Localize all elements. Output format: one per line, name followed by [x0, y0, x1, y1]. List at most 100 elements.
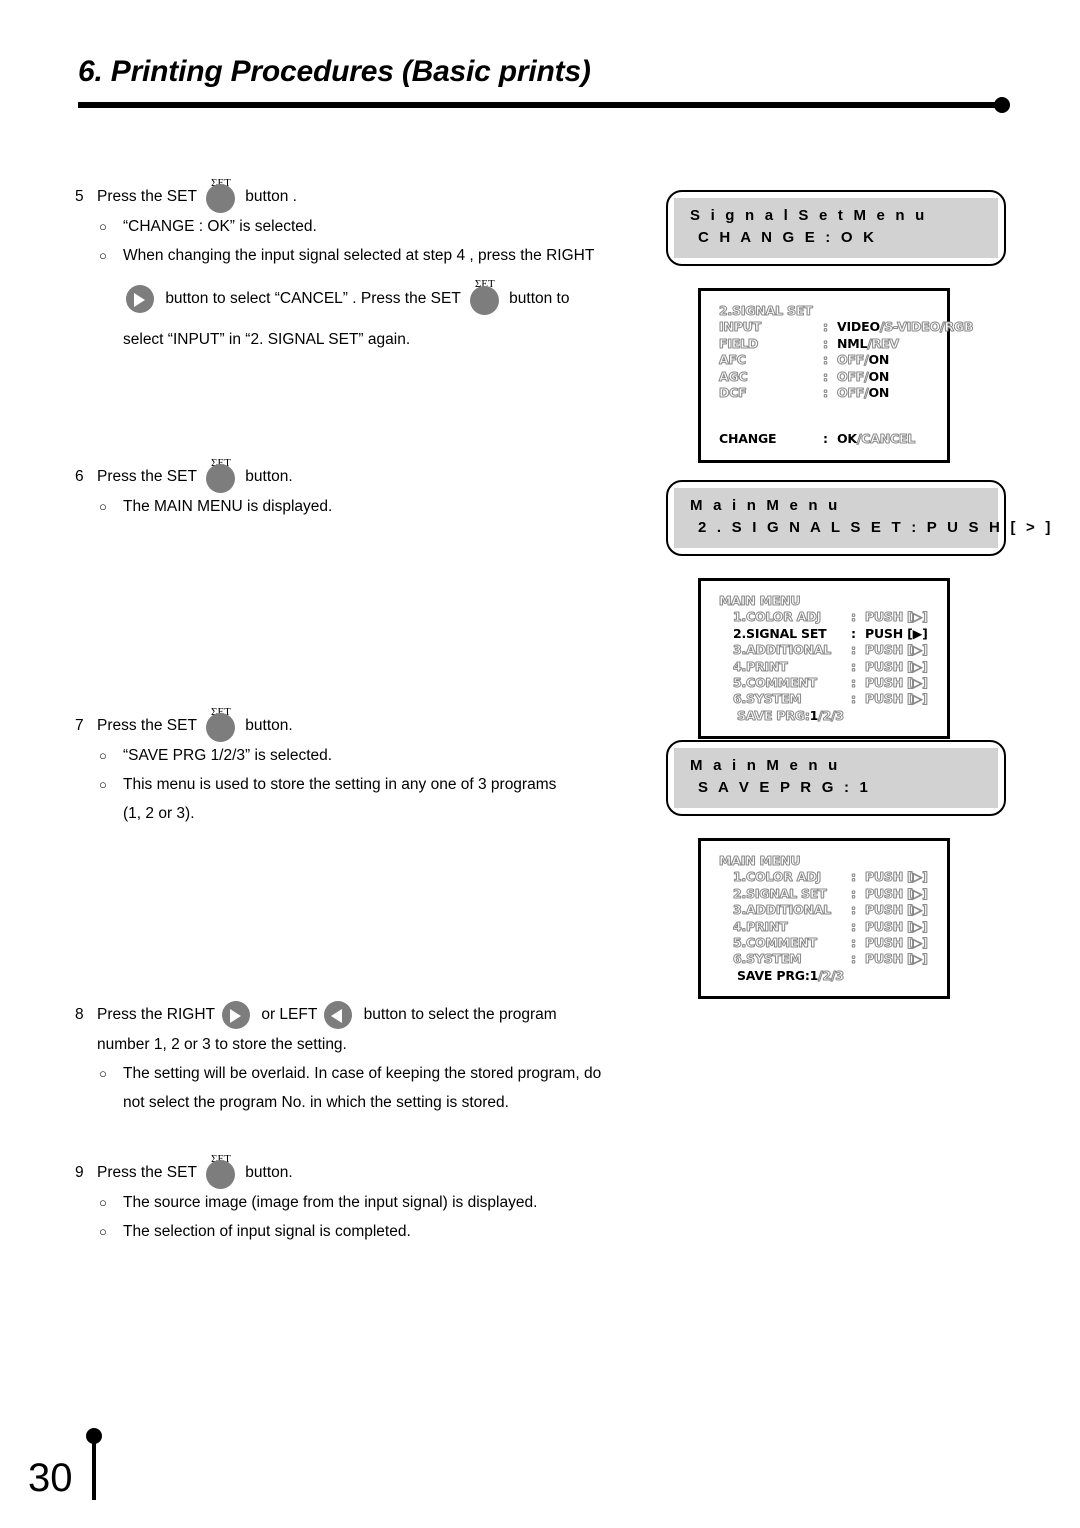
osd-bracket-close: ]	[922, 918, 929, 934]
osd-menu-row[interactable]: 2.SIGNAL SET: PUSH [▷]	[719, 885, 937, 902]
header-rule-dot	[994, 97, 1010, 113]
osd-menu-action: PUSH	[865, 935, 904, 951]
osd-caption-line1: S i g n a l S e t M e n u	[690, 207, 928, 224]
osd-menu-row[interactable]: 5.COMMENT: PUSH [▷]	[719, 675, 937, 691]
osd-value: 2	[822, 967, 832, 983]
step-heading: 7 Press the SET ΣET button.	[75, 706, 655, 745]
step-text-post: button.	[245, 468, 293, 485]
step-bullet-text: The selection of input signal is complet…	[123, 1223, 411, 1240]
hollow-right-triangle-icon: ▷	[912, 691, 923, 707]
osd-menu-row[interactable]: 2.SIGNAL SET: PUSH [▶]	[719, 626, 937, 642]
osd-colon: :	[823, 368, 829, 384]
osd-menu-row[interactable]: 3.ADDITIONAL: PUSH [▷]	[719, 642, 937, 658]
left-button[interactable]	[323, 1000, 357, 1032]
osd-colon: :	[851, 609, 857, 625]
osd-save-prg-row[interactable]: SAVE PRG:1∕2∕3	[719, 707, 937, 724]
osd-menu-row[interactable]: 5.COMMENT: PUSH [▷]	[719, 935, 937, 951]
step-block: 6 Press the SET ΣET button. ○ The MAIN MENU…	[75, 457, 655, 521]
bullet-circle-icon: ○	[99, 777, 107, 792]
step-text-post: button.	[245, 717, 293, 734]
osd-screen-title: MAIN MENU	[719, 853, 801, 869]
osd-menu-row[interactable]: 4.PRINT: PUSH [▷]	[719, 658, 937, 675]
osd-value: OFF	[837, 385, 865, 401]
osd-menu-label: 6.SYSTEM	[733, 691, 803, 707]
osd-menu-row[interactable]: 1.COLOR ADJ: PUSH [▷]	[719, 869, 937, 885]
osd-setting-row[interactable]: INPUT: VIDEO/S-VIDEO/RGB	[719, 319, 974, 335]
osd-screen: 2.SIGNAL SET INPUT: VIDEO/S-VIDEO/RGB FIELD…	[698, 288, 974, 463]
osd-setting-label: DCF	[719, 385, 748, 401]
osd-menu-label: 2.SIGNAL SET	[733, 885, 828, 901]
osd-colon: :	[823, 431, 828, 447]
osd-setting-row[interactable]: AFC: OFF/ON	[719, 352, 937, 368]
osd-menu-row[interactable]: 1.COLOR ADJ: PUSH [▷]	[719, 609, 937, 625]
step-text-post: button.	[245, 1164, 293, 1181]
step-bullet-text: “SAVE PRG 1/2/3” is selected.	[123, 747, 333, 764]
step-bullet: ○ “SAVE PRG 1/2/3” is selected.	[97, 741, 655, 770]
step-text-post: button to select the program	[363, 1006, 557, 1023]
osd-menu-label: 6.SYSTEM	[733, 951, 803, 967]
osd-value: ON	[868, 352, 890, 368]
osd-bracket-close: ]	[922, 625, 928, 641]
hollow-right-triangle-icon: ▷	[912, 642, 923, 658]
hollow-right-triangle-icon: ▷	[912, 902, 923, 918]
osd-colon: :	[851, 885, 857, 901]
osd-bracket-close: ]	[922, 885, 929, 901]
step-bullet-text: “CHANGE : OK” is selected.	[123, 218, 317, 235]
set-button[interactable]: ΣET	[203, 706, 239, 745]
header-rule	[78, 102, 1000, 108]
set-button[interactable]: ΣET	[203, 457, 239, 496]
step-bullet-text: When changing the input signal selected …	[123, 247, 595, 264]
osd-setting-row[interactable]: FIELD: NML/REV	[719, 335, 937, 352]
step-number: 9	[75, 1164, 84, 1181]
osd-colon: :	[851, 658, 857, 674]
osd-group: S i g n a l S e t M e n u C H A N G E : O…	[666, 190, 1011, 463]
osd-menu-label: 5.COMMENT	[733, 675, 818, 691]
step-cont-pre: button to select “CANCEL” . Press the SE…	[165, 290, 461, 307]
osd-bracket-close: ]	[922, 675, 929, 691]
step-bullet: ○ The setting will be overlaid. In case o…	[97, 1059, 655, 1088]
osd-menu-label: 3.ADDITIONAL	[733, 902, 832, 918]
osd-screen-title: MAIN MENU	[719, 593, 801, 609]
step-text-pre: Press the SET	[97, 1164, 197, 1181]
osd-change-row[interactable]: CHANGE: OK/CANCEL	[719, 431, 937, 447]
osd-setting-row[interactable]: AGC: OFF/ON	[719, 368, 937, 385]
set-button[interactable]: ΣET	[467, 278, 503, 318]
step-text-pre: Press the SET	[97, 717, 197, 734]
step-continuation-line: not select the program No. in which the …	[123, 1094, 509, 1111]
header-rule-group	[78, 97, 1010, 113]
step-bullet: ○ This menu is used to store the setting …	[97, 770, 655, 799]
osd-screen: MAIN MENU 1.COLOR ADJ: PUSH [▷] 2.SIGNAL SE…	[698, 578, 950, 740]
osd-value: ON	[868, 385, 890, 401]
osd-save-prg-row[interactable]: SAVE PRG:1∕2∕3	[719, 967, 937, 984]
osd-menu-label: 5.COMMENT	[733, 935, 818, 951]
osd-colon: :	[851, 902, 857, 918]
hollow-right-triangle-icon: ▷	[912, 675, 923, 691]
osd-caption-inner: M a i n M e n u 2 . S I G N A L S E T : P…	[674, 488, 1050, 548]
osd-menu-action: PUSH	[865, 902, 904, 918]
step-text-mid: or LEFT	[261, 1006, 318, 1023]
right-button[interactable]	[221, 1000, 255, 1032]
osd-colon: :	[823, 319, 829, 335]
osd-value: OK	[837, 431, 857, 447]
osd-menu-row[interactable]: 3.ADDITIONAL: PUSH [▷]	[719, 902, 937, 918]
osd-value: ON	[868, 368, 890, 384]
set-button[interactable]: ΣET	[203, 177, 239, 216]
osd-bracket-close: ]	[922, 609, 929, 625]
right-button[interactable]	[125, 284, 159, 316]
set-button[interactable]: ΣET	[203, 1153, 239, 1192]
osd-setting-row[interactable]: DCF: OFF/ON	[719, 385, 937, 401]
page-number: 30	[28, 1456, 73, 1500]
osd-value: CANCEL	[861, 431, 916, 447]
osd-menu-label: 1.COLOR ADJ	[733, 869, 822, 885]
bullet-circle-icon: ○	[99, 1195, 107, 1210]
osd-menu-row[interactable]: 6.SYSTEM: PUSH [▷]	[719, 691, 937, 707]
osd-value: 1	[809, 967, 819, 983]
osd-menu-row[interactable]: 4.PRINT: PUSH [▷]	[719, 918, 937, 935]
osd-menu-row[interactable]: 6.SYSTEM: PUSH [▷]	[719, 951, 937, 967]
hollow-right-triangle-icon: ▷	[912, 951, 923, 967]
step-continuation: button to select “CANCEL” . Press the SE…	[123, 278, 655, 318]
footer-rule-dot	[86, 1428, 102, 1444]
osd-colon: :	[823, 385, 829, 401]
step-bullet: ○ “CHANGE : OK” is selected.	[97, 212, 655, 241]
set-button-knob	[205, 712, 235, 742]
